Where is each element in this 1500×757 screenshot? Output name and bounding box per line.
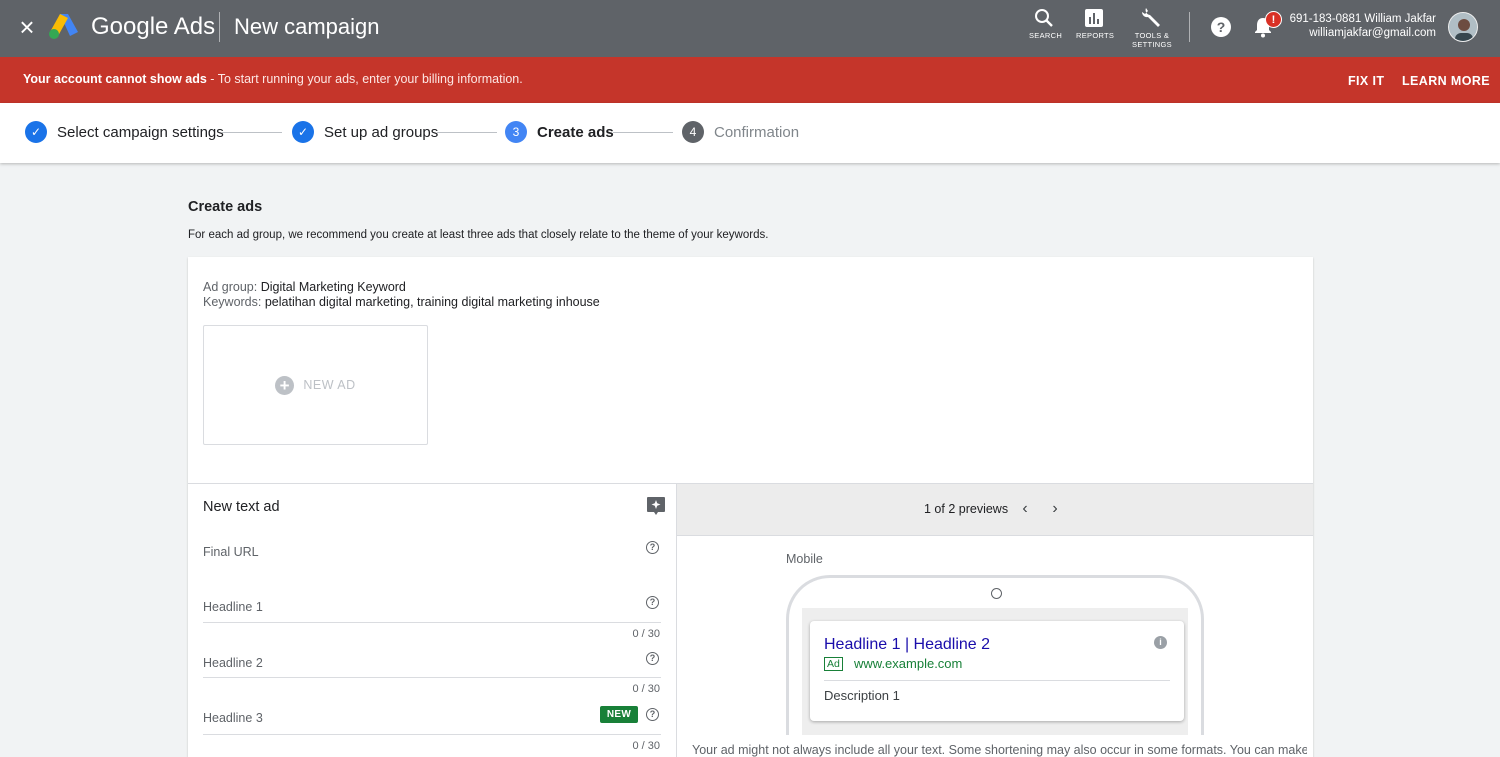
divider xyxy=(1189,12,1190,42)
search-button[interactable]: SEARCH xyxy=(1029,8,1063,40)
section-description: For each ad group, we recommend you crea… xyxy=(188,229,769,241)
ad-preview-panel: 1 of 2 previews ‹ › Mobile Headline 1 | … xyxy=(676,484,1313,757)
step-label: Set up ad groups xyxy=(324,123,439,141)
chevron-left-icon[interactable]: ‹ xyxy=(1018,501,1032,517)
keywords-key: Keywords: xyxy=(203,295,265,309)
account-email: williamjakfar@gmail.com xyxy=(1309,27,1436,39)
settings-label: SETTINGS xyxy=(1132,40,1172,49)
check-icon: ✓ xyxy=(292,121,314,143)
new-ad-button[interactable]: + NEW AD xyxy=(203,325,428,445)
headline-3-counter: 0 / 30 xyxy=(632,740,660,752)
user-avatar-icon xyxy=(1449,13,1477,41)
preview-header: 1 of 2 previews ‹ › xyxy=(677,484,1313,536)
form-title: New text ad xyxy=(203,499,280,515)
help-icon[interactable]: ? xyxy=(1210,16,1232,38)
step-number-icon: 4 xyxy=(682,121,704,143)
page-title: New campaign xyxy=(234,14,380,39)
divider xyxy=(219,12,220,42)
tools-settings-button[interactable]: TOOLS & SETTINGS xyxy=(1131,6,1173,49)
fix-it-button[interactable]: FIX IT xyxy=(1348,73,1384,89)
step-connector xyxy=(613,132,673,133)
brand-name: Google Ads xyxy=(91,13,216,40)
account-info[interactable]: 691-183-0881 William Jakfar williamjakfa… xyxy=(1290,12,1436,40)
reports-icon xyxy=(1085,9,1103,27)
phone-frame: Headline 1 | Headline 2 i Ad www.example… xyxy=(786,575,1204,735)
ad-group-info: Ad group: Digital Marketing Keyword xyxy=(203,280,406,295)
keywords-value: pelatihan digital marketing, training di… xyxy=(264,295,600,309)
headline-3-field[interactable]: Headline 3 xyxy=(203,711,263,725)
help-circle-icon[interactable]: ? xyxy=(646,541,659,554)
check-icon: ✓ xyxy=(25,121,47,143)
ad-group-card: Ad group: Digital Marketing Keyword Keyw… xyxy=(188,257,1313,757)
step-confirmation[interactable]: 4 Confirmation xyxy=(682,120,799,144)
tools-label: TOOLS & xyxy=(1134,31,1170,40)
reports-label: REPORTS xyxy=(1076,31,1115,40)
svg-text:?: ? xyxy=(1217,19,1226,35)
ad-tag: Ad xyxy=(824,657,843,671)
step-set-up-ad-groups[interactable]: ✓ Set up ad groups xyxy=(292,120,438,144)
field-underline xyxy=(203,622,661,623)
alert-message: Your account cannot show ads - To start … xyxy=(23,71,523,87)
step-select-campaign-settings[interactable]: ✓ Select campaign settings xyxy=(25,120,224,144)
chevron-right-icon[interactable]: › xyxy=(1048,501,1062,517)
final-url-field[interactable]: Final URL xyxy=(203,545,259,559)
wrench-icon xyxy=(1141,8,1160,27)
preview-pager: 1 of 2 previews xyxy=(924,502,1009,516)
billing-alert-banner: Your account cannot show ads - To start … xyxy=(0,57,1500,103)
headline-2-counter: 0 / 30 xyxy=(632,683,660,695)
help-circle-icon[interactable]: ? xyxy=(646,708,659,721)
phone-screen: Headline 1 | Headline 2 i Ad www.example… xyxy=(802,608,1188,735)
ad-display-url: www.example.com xyxy=(854,656,963,671)
headline-1-field[interactable]: Headline 1 xyxy=(203,600,263,614)
section-title: Create ads xyxy=(188,199,263,215)
search-icon xyxy=(1035,9,1053,27)
account-name: 691-183-0881 William Jakfar xyxy=(1289,13,1436,25)
headline-1-counter: 0 / 30 xyxy=(632,628,660,640)
add-circle-icon: + xyxy=(275,375,295,395)
search-label: SEARCH xyxy=(1029,31,1063,40)
new-text-ad-form: New text ad Final URL ? Headline 1 ? 0 /… xyxy=(188,484,676,757)
phone-camera-icon xyxy=(991,588,1002,599)
ad-description: Description 1 xyxy=(824,688,900,703)
info-icon[interactable]: i xyxy=(1154,636,1167,649)
field-underline xyxy=(203,734,661,735)
new-ad-label: NEW AD xyxy=(303,378,356,392)
ad-suggestion-icon[interactable] xyxy=(647,497,665,515)
help-circle-icon[interactable]: ? xyxy=(646,652,659,665)
avatar[interactable] xyxy=(1448,12,1478,42)
field-underline xyxy=(203,677,661,678)
help-circle-icon[interactable]: ? xyxy=(646,596,659,609)
headline-2-field[interactable]: Headline 2 xyxy=(203,656,263,670)
close-icon[interactable]: × xyxy=(16,14,38,40)
google-ads-logo-icon xyxy=(49,14,78,39)
step-connector xyxy=(437,132,497,133)
ad-preview-card: Headline 1 | Headline 2 i Ad www.example… xyxy=(810,621,1184,721)
keywords-info: Keywords: pelatihan digital marketing, t… xyxy=(203,295,600,310)
step-create-ads[interactable]: 3 Create ads xyxy=(505,120,614,144)
step-label: Select campaign settings xyxy=(57,123,224,141)
ad-group-value: Digital Marketing Keyword xyxy=(260,280,406,294)
top-bar: × Google Ads New campaign SEARCH REPORTS… xyxy=(0,0,1500,57)
reports-button[interactable]: REPORTS xyxy=(1076,8,1115,40)
alert-message-bold: Your account cannot show ads xyxy=(23,72,207,86)
notification-badge: ! xyxy=(1265,11,1282,28)
ad-headline: Headline 1 | Headline 2 xyxy=(824,636,991,653)
ad-group-key: Ad group: xyxy=(203,280,261,294)
device-label: Mobile xyxy=(786,552,823,566)
divider xyxy=(824,680,1170,681)
step-label: Create ads xyxy=(537,123,614,141)
new-ad-content: + NEW AD xyxy=(275,375,356,395)
step-connector xyxy=(222,132,282,133)
alert-message-rest: - To start running your ads, enter your … xyxy=(206,72,523,86)
learn-more-button[interactable]: LEARN MORE xyxy=(1402,73,1490,89)
campaign-stepper: ✓ Select campaign settings ✓ Set up ad g… xyxy=(0,103,1500,163)
step-label: Confirmation xyxy=(714,123,800,141)
preview-note: Your ad might not always include all you… xyxy=(692,743,1307,757)
new-badge: NEW xyxy=(600,706,638,723)
step-number-icon: 3 xyxy=(505,121,527,143)
